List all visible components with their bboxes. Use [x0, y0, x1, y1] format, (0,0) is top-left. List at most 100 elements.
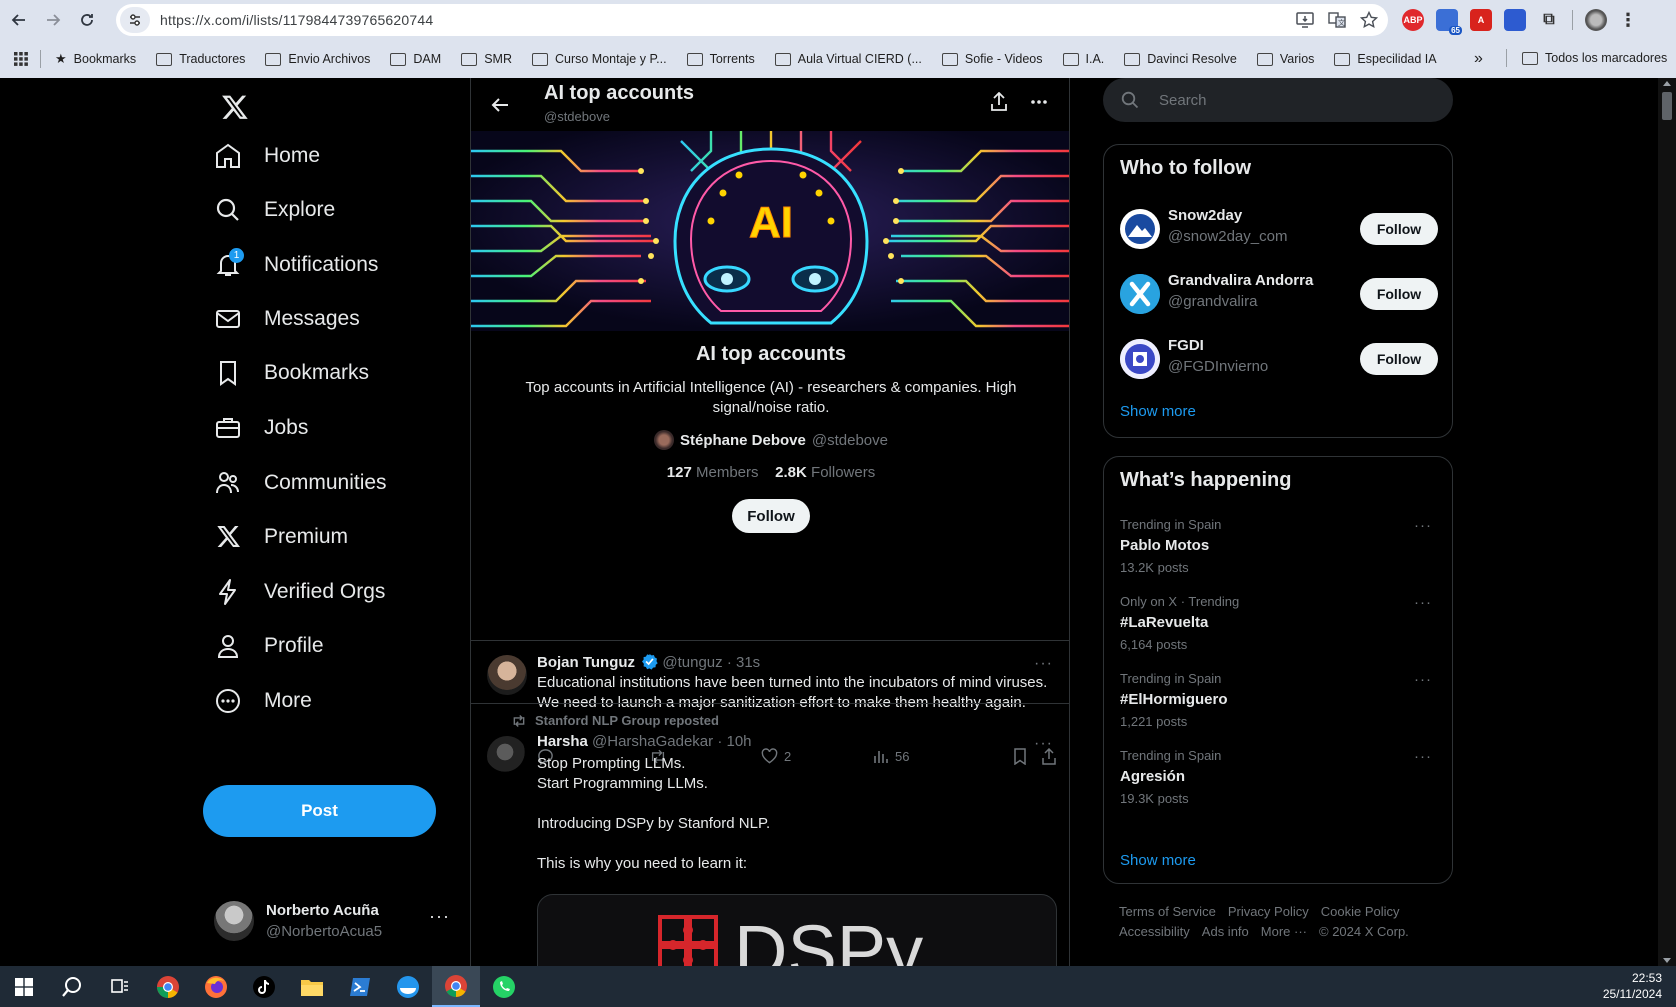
footer-link[interactable]: © 2024 X Corp.	[1319, 924, 1409, 939]
bookmark-folder[interactable]: Varios	[1256, 51, 1314, 67]
profile-avatar[interactable]	[1585, 9, 1607, 31]
post-button[interactable]: Post	[203, 785, 436, 837]
share-icon[interactable]	[989, 92, 1009, 112]
nav-item-jobs[interactable]: Jobs	[214, 404, 308, 452]
tweet-author-handle[interactable]: @tunguz	[662, 654, 722, 671]
tweet-author-name[interactable]: Harsha	[537, 733, 588, 750]
tweet[interactable]: Stanford NLP Group reposted Harsha @Hars…	[471, 703, 1069, 966]
follow-button[interactable]: Follow	[1360, 213, 1438, 245]
bookmarks-star-item[interactable]: ★ Bookmarks	[55, 51, 136, 67]
browser-menu-icon[interactable]: ⋮	[1619, 10, 1637, 31]
scroll-up-icon[interactable]	[1663, 81, 1671, 86]
follow-button[interactable]: Follow	[1360, 343, 1438, 375]
nav-item-home[interactable]: Home	[214, 132, 320, 180]
back-arrow-icon[interactable]	[2, 3, 36, 37]
trend-item[interactable]: Trending in Spain Agresión 19.3K posts ···	[1120, 748, 1438, 820]
nav-item-premium[interactable]: Premium	[214, 513, 348, 561]
bookmarks-overflow-icon[interactable]: »	[1474, 50, 1483, 68]
forward-arrow-icon[interactable]	[36, 3, 70, 37]
bookmark-folder[interactable]: Davinci Resolve	[1124, 51, 1237, 67]
scroll-down-icon[interactable]	[1663, 958, 1671, 963]
url-text[interactable]: https://x.com/i/lists/117984473976562074…	[160, 12, 433, 28]
footer-link[interactable]: Privacy Policy	[1228, 904, 1309, 919]
all-bookmarks-folder[interactable]: Todos los marcadores	[1522, 51, 1667, 65]
footer-link[interactable]: Ads info	[1202, 924, 1249, 939]
translate-icon[interactable]: 文	[1328, 12, 1346, 28]
bookmark-folder[interactable]: I.A.	[1062, 51, 1104, 67]
whatsapp-icon[interactable]	[480, 966, 528, 1007]
trend-item[interactable]: Trending in Spain Pablo Motos 13.2K posts ·…	[1120, 517, 1438, 589]
account-switcher[interactable]: Norberto Acuña @NorbertoAcua5 ···	[214, 898, 450, 944]
tiktok-icon[interactable]	[240, 966, 288, 1007]
extension-badge-icon[interactable]: 65	[1436, 9, 1462, 35]
system-clock[interactable]: 22:53 25/11/2024	[1603, 970, 1662, 1002]
bookmark-folder[interactable]: SMR	[461, 51, 512, 67]
footer-link[interactable]: Accessibility	[1119, 924, 1190, 939]
nav-item-notifications[interactable]: 1 Notifications	[214, 241, 378, 289]
more-horizontal-icon[interactable]: ···	[1034, 735, 1053, 753]
footer-link[interactable]: Cookie Policy	[1321, 904, 1400, 919]
site-info-icon[interactable]	[120, 7, 150, 33]
bookmark-folder[interactable]: Sofie - Videos	[941, 51, 1043, 67]
tweet-time[interactable]: · 31s	[727, 654, 760, 671]
members-link[interactable]: 127 Members	[667, 464, 759, 481]
follow-list-button[interactable]: Follow	[732, 499, 810, 533]
bookmark-folder[interactable]: Aula Virtual CIERD (...	[774, 51, 922, 67]
more-horizontal-icon[interactable]: ···	[429, 906, 450, 927]
star-icon[interactable]	[1360, 11, 1378, 29]
list-owner[interactable]: Stéphane Debove @stdebove	[471, 430, 1069, 450]
bookmark-folder[interactable]: Curso Montaje y P...	[531, 51, 667, 67]
bookmark-folder[interactable]: Envio Archivos	[265, 51, 370, 67]
more-horizontal-icon[interactable]: ···	[1414, 671, 1432, 688]
scrollbar[interactable]	[1658, 78, 1676, 966]
nav-item-profile[interactable]: Profile	[214, 622, 324, 670]
nav-item-verified-orgs[interactable]: Verified Orgs	[214, 568, 385, 616]
back-arrow-icon[interactable]	[485, 90, 515, 120]
chrome-active-icon[interactable]	[432, 966, 480, 1007]
tweet-author-handle[interactable]: @HarshaGadekar	[592, 733, 713, 750]
follow-suggestion[interactable]: Grandvalira Andorra @grandvalira Follow	[1120, 272, 1438, 320]
show-more-link[interactable]: Show more	[1120, 403, 1196, 420]
bookmark-folder[interactable]: Especilidad IA	[1334, 51, 1437, 67]
follow-suggestion[interactable]: FGDI @FGDInvierno Follow	[1120, 337, 1438, 385]
bookmark-folder[interactable]: Traductores	[156, 51, 245, 67]
pdf-icon[interactable]: A	[1470, 9, 1492, 31]
install-app-icon[interactable]	[1296, 12, 1314, 28]
address-bar[interactable]: https://x.com/i/lists/117984473976562074…	[116, 4, 1388, 36]
avatar[interactable]	[487, 655, 527, 695]
bookmark-manager-icon[interactable]	[1504, 9, 1526, 31]
adblock-icon[interactable]: ABP	[1402, 9, 1424, 31]
scrollbar-thumb[interactable]	[1662, 92, 1672, 120]
more-horizontal-icon[interactable]: ···	[1414, 748, 1432, 765]
file-explorer-icon[interactable]	[288, 966, 336, 1007]
docker-icon[interactable]	[384, 966, 432, 1007]
search-input[interactable]: Search	[1103, 78, 1453, 122]
footer-link[interactable]: More ···	[1261, 924, 1307, 939]
repost-by-text[interactable]: Stanford NLP Group reposted	[535, 713, 719, 728]
firefox-icon[interactable]	[192, 966, 240, 1007]
more-horizontal-icon[interactable]	[1029, 92, 1049, 112]
nav-item-messages[interactable]: Messages	[214, 295, 360, 343]
bookmark-folder[interactable]: Torrents	[686, 51, 755, 67]
apps-grid-icon[interactable]	[14, 52, 28, 66]
nav-item-bookmarks[interactable]: Bookmarks	[214, 349, 369, 397]
follow-suggestion[interactable]: Snow2day @snow2day_com Follow	[1120, 207, 1438, 255]
nav-item-more[interactable]: More	[214, 677, 312, 725]
windows-start-icon[interactable]	[0, 966, 48, 1007]
search-icon[interactable]	[48, 966, 96, 1007]
nav-item-communities[interactable]: Communities	[214, 459, 387, 507]
bookmark-folder[interactable]: DAM	[390, 51, 441, 67]
trend-item[interactable]: Only on X · Trending #LaRevuelta 6,164 pos…	[1120, 594, 1438, 666]
puzzle-icon[interactable]: ⧉	[1538, 9, 1560, 31]
powershell-icon[interactable]	[336, 966, 384, 1007]
tweet-author-name[interactable]: Bojan Tunguz	[537, 654, 635, 671]
reload-icon[interactable]	[70, 3, 104, 37]
follow-button[interactable]: Follow	[1360, 278, 1438, 310]
more-horizontal-icon[interactable]: ···	[1414, 517, 1432, 534]
avatar[interactable]	[487, 736, 527, 776]
chrome-icon[interactable]	[144, 966, 192, 1007]
trend-item[interactable]: Trending in Spain #ElHormiguero 1,221 post…	[1120, 671, 1438, 743]
more-horizontal-icon[interactable]: ···	[1034, 655, 1053, 673]
more-horizontal-icon[interactable]: ···	[1414, 594, 1432, 611]
footer-link[interactable]: Terms of Service	[1119, 904, 1216, 919]
